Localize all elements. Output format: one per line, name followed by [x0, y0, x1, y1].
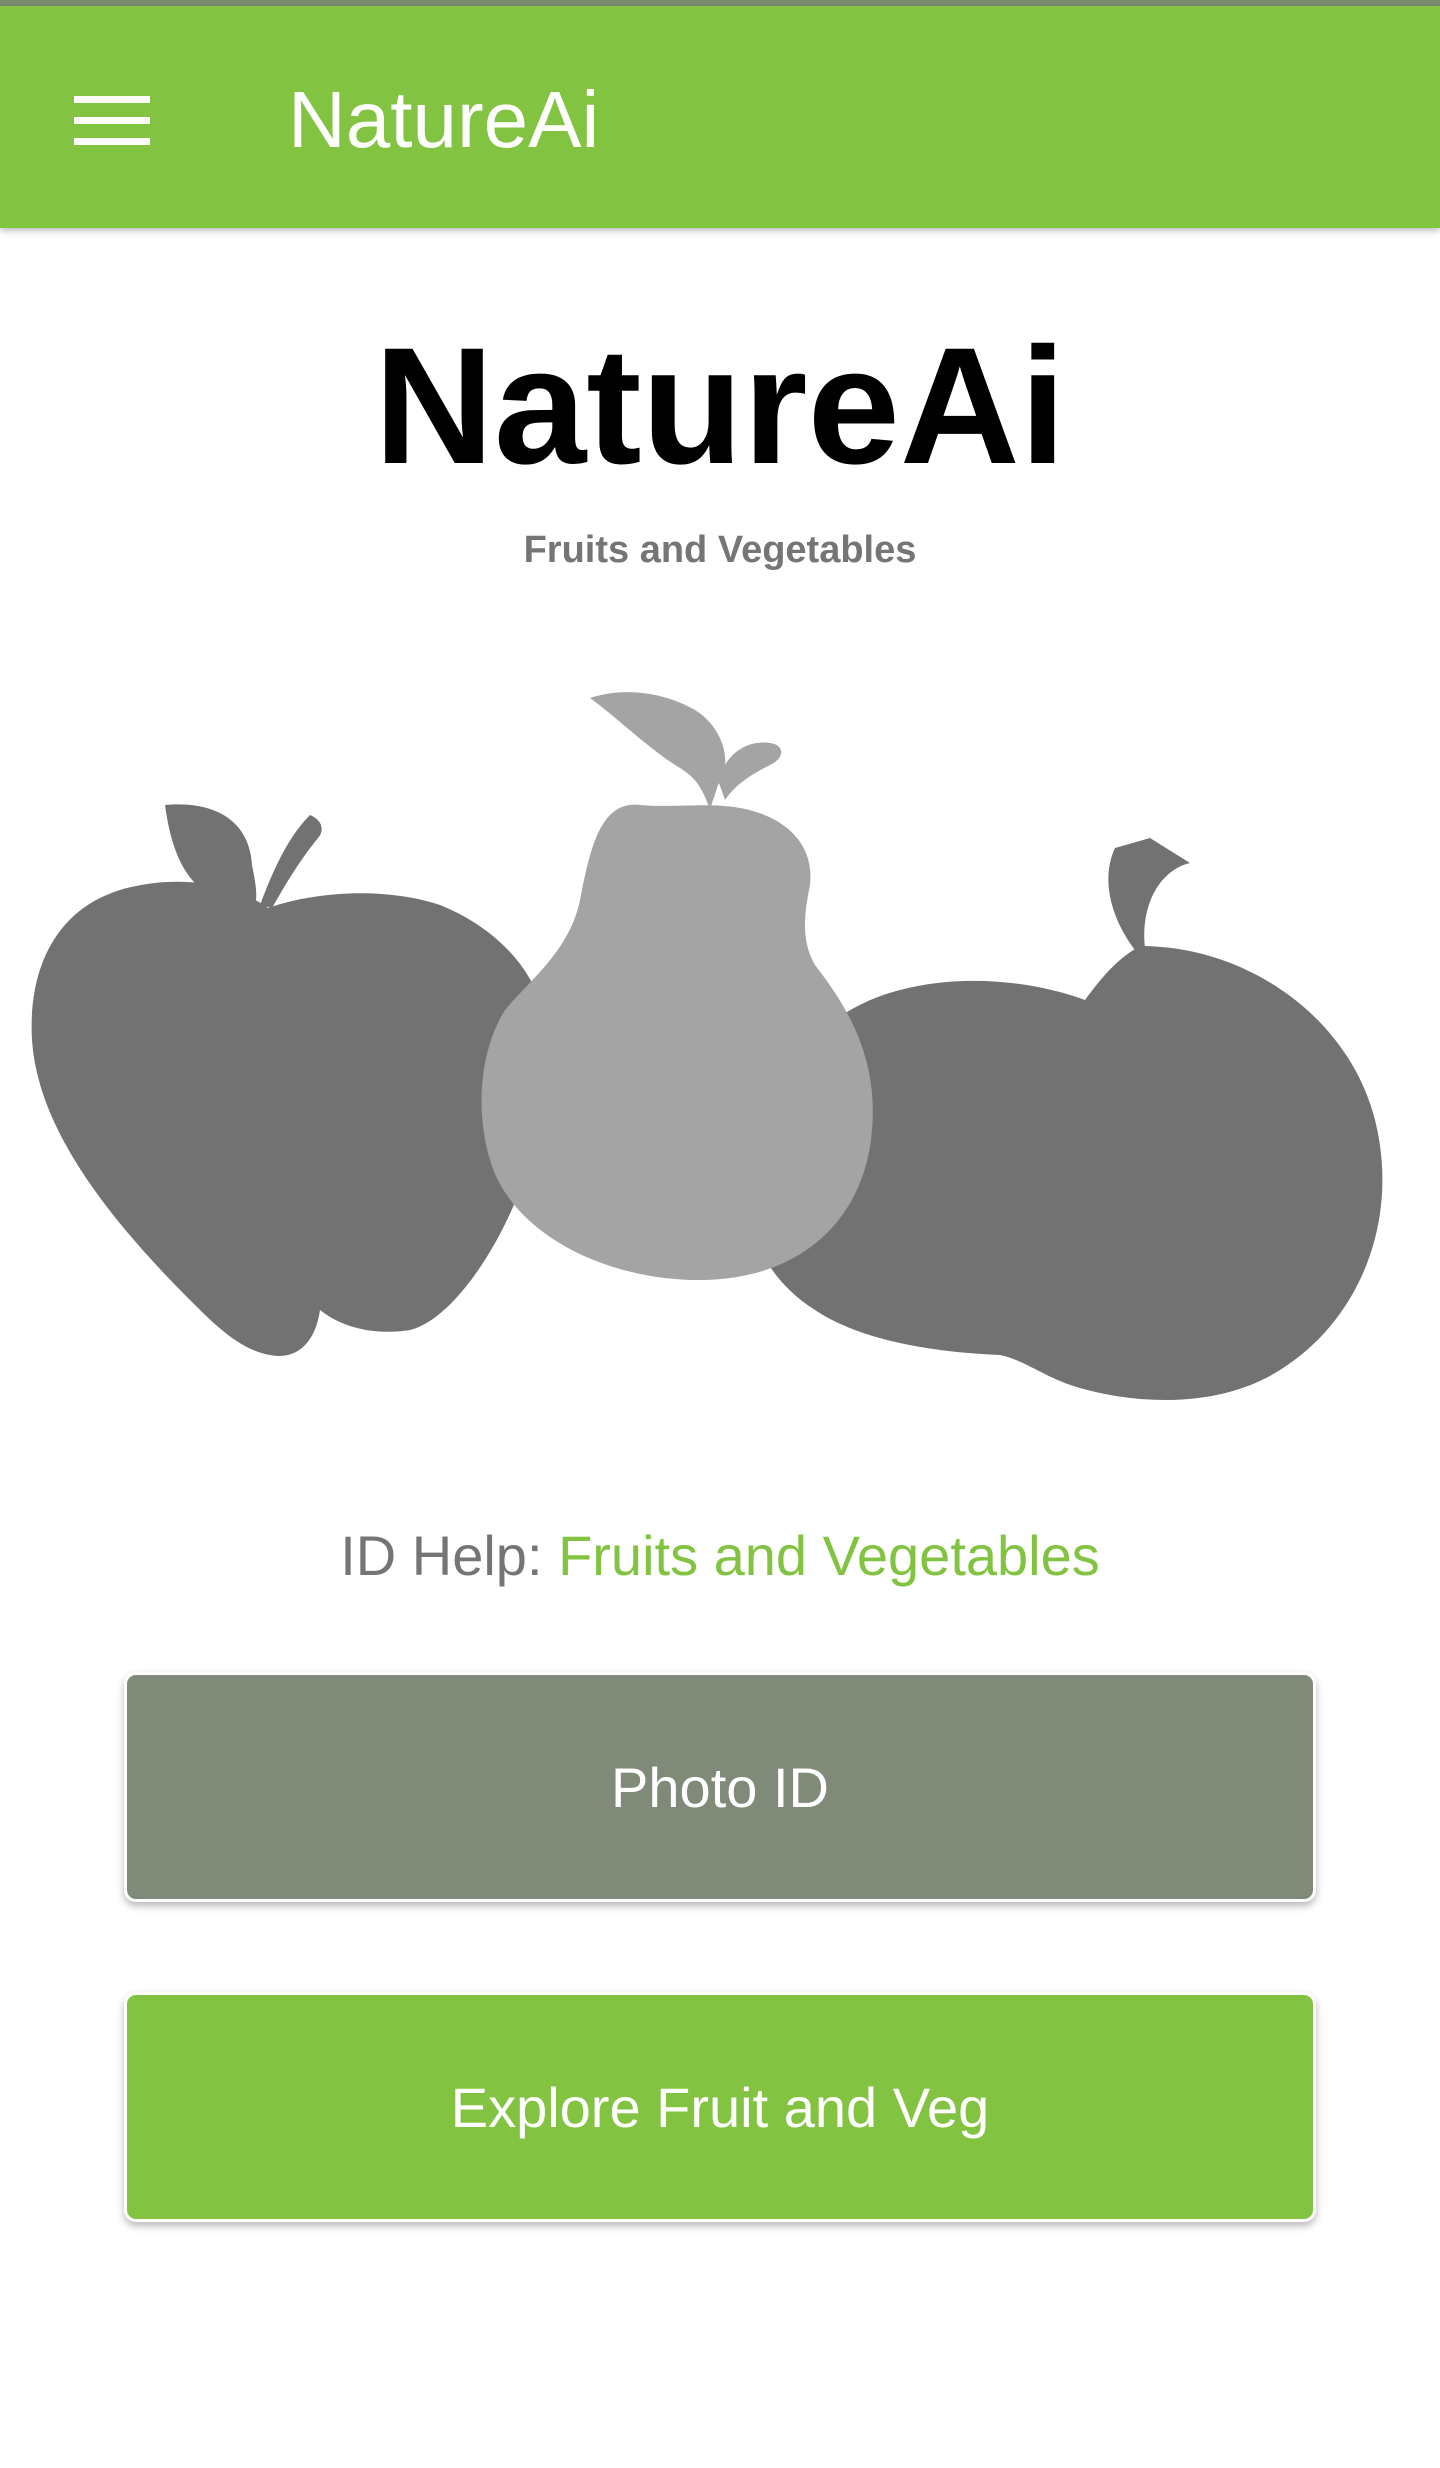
- id-help-line: ID Help: Fruits and Vegetables: [0, 1520, 1440, 1592]
- hamburger-menu-icon: [74, 96, 150, 145]
- explore-fruit-veg-button[interactable]: Explore Fruit and Veg: [124, 1992, 1316, 2222]
- app-bar-title: NatureAi: [288, 75, 600, 164]
- hero-subtitle: Fruits and Vegetables: [523, 529, 917, 571]
- menu-button[interactable]: [60, 78, 164, 162]
- id-help-label: ID Help:: [340, 1524, 559, 1587]
- apple-icon: [31, 804, 549, 1356]
- fruit-illustration: [31, 692, 1383, 1401]
- hero-title: NatureAi: [374, 314, 1066, 499]
- id-help-category-link[interactable]: Fruits and Vegetables: [558, 1524, 1100, 1587]
- photo-id-button[interactable]: Photo ID: [124, 1672, 1316, 1902]
- app-bar: NatureAi: [0, 6, 1440, 228]
- pear-icon: [481, 692, 873, 1280]
